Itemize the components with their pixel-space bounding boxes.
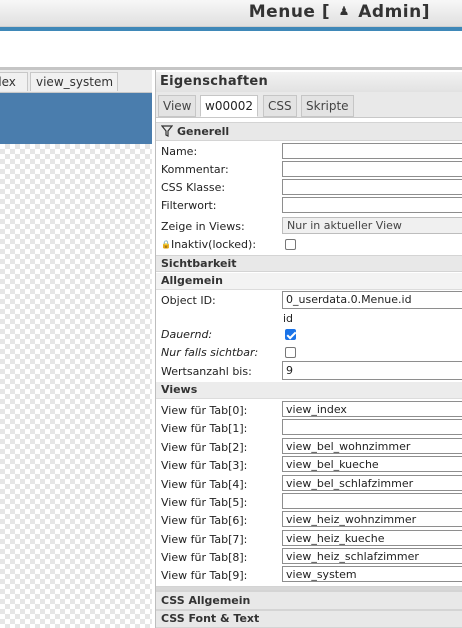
kommentar-label: Kommentar: bbox=[161, 163, 229, 176]
tab-widget[interactable]: w00002 bbox=[200, 95, 258, 117]
filterwort-label: Filterwort: bbox=[161, 199, 217, 212]
view-tab-7-label: View für Tab[7]: bbox=[161, 533, 248, 546]
views-select[interactable]: Nur in aktueller View bbox=[282, 217, 462, 234]
dauernd-checkbox[interactable] bbox=[285, 329, 296, 340]
section-css-font[interactable]: CSS Font & Text bbox=[156, 610, 462, 628]
app-title: Menue [ ♟ Admin] bbox=[249, 2, 430, 22]
view-tab-2-label: View für Tab[2]: bbox=[161, 441, 248, 454]
locked-checkbox[interactable] bbox=[285, 239, 296, 250]
view-tab-8-label: View für Tab[8]: bbox=[161, 551, 248, 564]
css-klasse-input[interactable] bbox=[282, 179, 462, 195]
app-title-user: Admin] bbox=[358, 2, 430, 22]
name-label: Name: bbox=[161, 145, 198, 158]
view-tab-5-input[interactable] bbox=[282, 493, 462, 509]
filterwort-input[interactable] bbox=[282, 197, 462, 213]
dauernd-label: Dauernd: bbox=[161, 328, 213, 341]
view-canvas[interactable] bbox=[0, 144, 152, 628]
view-tab-1-input[interactable] bbox=[282, 419, 462, 435]
view-tab-system[interactable]: view_system bbox=[30, 72, 118, 91]
app-title-prefix: Menue [ bbox=[248, 2, 331, 22]
view-tab-8-input[interactable]: view_heiz_schlafzimmer bbox=[282, 548, 462, 564]
name-input[interactable] bbox=[282, 143, 462, 159]
view-tab-0-input[interactable]: view_index bbox=[282, 401, 462, 417]
view-tab-4-input[interactable]: view_bel_schlafzimmer bbox=[282, 475, 462, 491]
wertsanzahl-label: Wertsanzahl bis: bbox=[161, 365, 252, 378]
view-tab-0-label: View für Tab[0]: bbox=[161, 404, 248, 417]
view-tab-4-label: View für Tab[4]: bbox=[161, 478, 248, 491]
views-select-label: Zeige in Views: bbox=[161, 220, 245, 233]
selected-widget[interactable] bbox=[0, 93, 152, 144]
kommentar-input[interactable] bbox=[282, 161, 462, 177]
toolbar-area bbox=[0, 31, 462, 67]
filter-icon bbox=[161, 125, 173, 137]
view-tab-3-input[interactable]: view_bel_kueche bbox=[282, 456, 462, 472]
view-editor-pane: dex view_system bbox=[0, 70, 152, 628]
object-id-hint: id bbox=[283, 312, 294, 325]
properties-panel: Eigenschaften View w00002 CSS Skripte Ge… bbox=[155, 70, 462, 628]
section-css-allgemein[interactable]: CSS Allgemein bbox=[156, 591, 462, 610]
object-id-input[interactable]: 0_userdata.0.Menue.id bbox=[282, 291, 462, 309]
tab-skripte[interactable]: Skripte bbox=[301, 95, 354, 117]
view-tab-6-input[interactable]: view_heiz_wohnzimmer bbox=[282, 511, 462, 527]
wertsanzahl-input[interactable]: 9 bbox=[282, 361, 462, 380]
view-tab-1-label: View für Tab[1]: bbox=[161, 422, 248, 435]
nur-sichtbar-label: Nur falls sichtbar: bbox=[161, 346, 259, 359]
view-tab-index[interactable]: dex bbox=[0, 72, 28, 91]
nur-sichtbar-checkbox[interactable] bbox=[285, 347, 296, 358]
lock-icon: 🔒 bbox=[161, 240, 171, 249]
object-id-label: Object ID: bbox=[161, 294, 216, 307]
css-klasse-label: CSS Klasse: bbox=[161, 181, 226, 194]
section-sichtbarkeit[interactable]: Sichtbarkeit bbox=[156, 255, 462, 272]
locked-label-text: Inaktiv(locked): bbox=[170, 238, 257, 251]
locked-label: 🔒Inaktiv(locked): bbox=[161, 238, 256, 251]
section-views[interactable]: Views bbox=[156, 382, 462, 399]
panel-tabs: View w00002 CSS Skripte bbox=[156, 92, 462, 118]
tab-css[interactable]: CSS bbox=[263, 95, 297, 117]
view-tab-3-label: View für Tab[3]: bbox=[161, 459, 248, 472]
panel-title: Eigenschaften bbox=[156, 72, 462, 92]
section-generell[interactable]: Generell bbox=[156, 122, 462, 141]
view-tab-7-input[interactable]: view_heiz_kueche bbox=[282, 530, 462, 546]
section-allgemein[interactable]: Allgemein bbox=[156, 273, 462, 290]
view-tab-2-input[interactable]: view_bel_wohnzimmer bbox=[282, 438, 462, 454]
view-tab-9-label: View für Tab[9]: bbox=[161, 569, 248, 582]
tab-view[interactable]: View bbox=[158, 95, 197, 117]
section-generell-label: Generell bbox=[177, 125, 230, 138]
view-tab-9-input[interactable]: view_system bbox=[282, 566, 462, 582]
view-tab-5-label: View für Tab[5]: bbox=[161, 496, 248, 509]
view-tab-6-label: View für Tab[6]: bbox=[161, 514, 248, 527]
user-icon: ♟ bbox=[338, 4, 350, 18]
